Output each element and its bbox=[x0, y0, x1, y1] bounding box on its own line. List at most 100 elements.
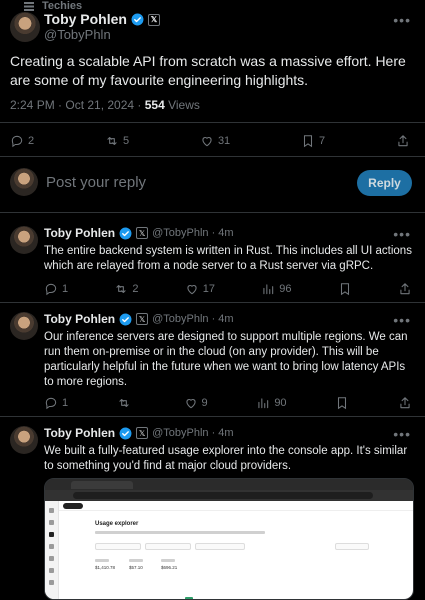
reply-header: Toby Pohlen 𝕏 @TobyPhln · 4m bbox=[44, 426, 234, 440]
stat-value: $57.10 bbox=[129, 565, 143, 570]
author-avatar[interactable] bbox=[10, 12, 40, 42]
like-action[interactable]: 9 bbox=[184, 396, 208, 410]
more-options-icon[interactable]: ••• bbox=[393, 312, 411, 328]
reply-author-name[interactable]: Toby Pohlen bbox=[44, 426, 115, 440]
reply-header: Toby Pohlen 𝕏 @TobyPhln · 4m bbox=[44, 312, 234, 326]
reply-action[interactable]: 1 bbox=[44, 396, 68, 410]
share-action[interactable] bbox=[398, 282, 412, 296]
browser-url-bar bbox=[45, 490, 413, 501]
share-action[interactable] bbox=[398, 396, 412, 410]
composer-avatar[interactable] bbox=[10, 168, 38, 196]
share-action[interactable] bbox=[396, 134, 410, 148]
divider bbox=[0, 156, 425, 157]
repost-icon bbox=[116, 284, 126, 294]
reply-actions: 1 9 90 bbox=[44, 396, 412, 410]
sidebar-icon bbox=[49, 580, 54, 585]
reply-action[interactable]: 1 bbox=[44, 282, 68, 296]
heart-icon bbox=[202, 137, 212, 147]
views-count: 90 bbox=[274, 397, 287, 409]
bookmark-action[interactable] bbox=[338, 282, 352, 296]
affiliation-badge-icon[interactable]: 𝕏 bbox=[136, 427, 149, 439]
repost-count: 5 bbox=[122, 135, 130, 147]
sidebar-icon bbox=[49, 508, 54, 513]
more-options-icon[interactable]: ••• bbox=[393, 426, 411, 442]
description-line bbox=[95, 531, 265, 534]
usage-explorer-title: Usage explorer bbox=[95, 521, 139, 527]
reply-author-name[interactable]: Toby Pohlen bbox=[44, 312, 115, 326]
divider bbox=[0, 416, 425, 417]
stat-label bbox=[95, 559, 109, 562]
reply-input[interactable]: Post your reply bbox=[46, 174, 146, 191]
like-action[interactable]: 17 bbox=[185, 282, 215, 296]
repost-action[interactable]: 5 bbox=[105, 134, 129, 148]
reply-actions: 1 2 17 96 bbox=[44, 282, 412, 296]
sidebar-icon bbox=[49, 520, 54, 525]
author-name[interactable]: Toby Pohlen bbox=[44, 12, 127, 27]
views-label: Views bbox=[164, 98, 200, 112]
reply-handle-time[interactable]: @TobyPhln · 4m bbox=[152, 313, 233, 325]
tweet-text: Creating a scalable API from scratch was… bbox=[10, 53, 406, 88]
affiliation-badge-icon[interactable]: 𝕏 bbox=[147, 13, 160, 26]
team-pill bbox=[63, 503, 83, 509]
analytics-icon bbox=[258, 398, 269, 409]
reply-author-name[interactable]: Toby Pohlen bbox=[44, 226, 115, 240]
reply-text: Our inference servers are designed to su… bbox=[44, 331, 408, 388]
like-action[interactable]: 31 bbox=[200, 134, 230, 148]
community-icon bbox=[24, 1, 34, 11]
browser-tab-strip bbox=[45, 479, 413, 490]
repost-action[interactable] bbox=[117, 396, 135, 410]
analytics-icon bbox=[263, 284, 274, 295]
bookmark-count: 7 bbox=[319, 135, 326, 147]
reply-icon bbox=[11, 135, 23, 148]
tweet-timestamp[interactable]: 2:24 PM · Oct 21, 2024 · bbox=[10, 98, 145, 112]
console-app: Usage explorer $1,410.78 $57.10 $696.21 bbox=[45, 501, 413, 599]
filter-chip bbox=[95, 543, 141, 550]
views-count: 554 bbox=[144, 98, 165, 112]
reply-count: 1 bbox=[62, 397, 69, 409]
views-count: 96 bbox=[279, 283, 292, 295]
stat-label bbox=[129, 559, 143, 562]
verified-badge-icon bbox=[119, 313, 132, 325]
bookmark-action[interactable] bbox=[335, 396, 349, 410]
reply-action[interactable]: 2 bbox=[10, 134, 34, 148]
tweet-meta: 2:24 PM · Oct 21, 2024 · 554 Views bbox=[10, 98, 200, 112]
stat-value: $1,410.78 bbox=[95, 565, 116, 570]
sidebar-icon bbox=[49, 532, 54, 537]
share-icon bbox=[400, 397, 410, 409]
reply-avatar[interactable] bbox=[10, 312, 38, 340]
divider bbox=[0, 122, 425, 123]
reply-handle-time[interactable]: @TobyPhln · 4m bbox=[152, 227, 233, 239]
divider bbox=[0, 212, 425, 213]
reply-avatar[interactable] bbox=[10, 226, 38, 254]
console-sidebar bbox=[45, 501, 59, 599]
affiliation-badge-icon[interactable]: 𝕏 bbox=[136, 313, 149, 325]
like-count: 9 bbox=[201, 397, 208, 409]
reply-header: Toby Pohlen 𝕏 @TobyPhln · 4m bbox=[44, 226, 234, 240]
repost-action[interactable]: 2 bbox=[114, 282, 139, 296]
affiliation-badge-icon[interactable]: 𝕏 bbox=[136, 227, 149, 239]
reply-text: The entire backend system is written in … bbox=[44, 245, 412, 272]
verified-badge-icon bbox=[119, 427, 132, 439]
views-action[interactable]: 90 bbox=[256, 396, 287, 410]
date-chip bbox=[335, 543, 369, 550]
author-handle[interactable]: @TobyPhln bbox=[44, 27, 160, 42]
more-options-icon[interactable]: ••• bbox=[393, 12, 411, 28]
repost-icon bbox=[119, 398, 129, 408]
heart-icon bbox=[185, 399, 196, 409]
like-count: 17 bbox=[202, 283, 215, 295]
views-action[interactable]: 96 bbox=[261, 282, 292, 296]
attached-screenshot[interactable]: Usage explorer $1,410.78 $57.10 $696.21 bbox=[44, 478, 414, 600]
reply-avatar[interactable] bbox=[10, 426, 38, 454]
reply-button[interactable]: Reply bbox=[357, 170, 412, 196]
reply-icon bbox=[45, 283, 57, 296]
reply-handle-time[interactable]: @TobyPhln · 4m bbox=[152, 427, 233, 439]
verified-badge-icon bbox=[131, 13, 144, 26]
filter-chip bbox=[145, 543, 191, 550]
bookmark-icon bbox=[304, 135, 313, 148]
more-options-icon[interactable]: ••• bbox=[393, 226, 411, 242]
console-topbar bbox=[59, 501, 413, 511]
bookmark-action[interactable]: 7 bbox=[301, 134, 325, 148]
divider bbox=[0, 302, 425, 303]
sidebar-icon bbox=[49, 568, 54, 573]
stat-value: $696.21 bbox=[161, 565, 178, 570]
